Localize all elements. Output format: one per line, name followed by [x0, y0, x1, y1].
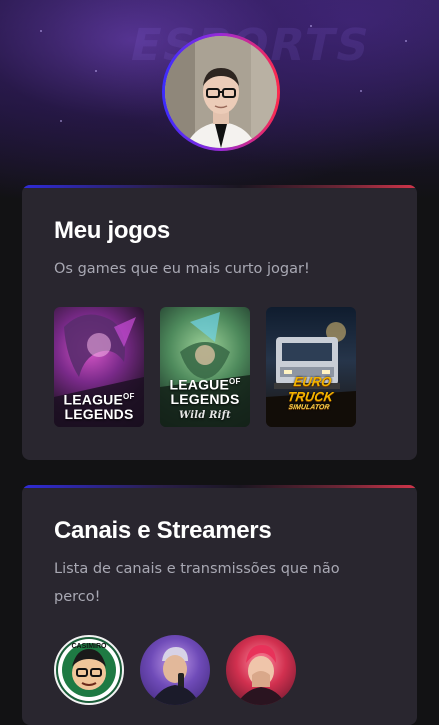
casimiro-badge-text: CASIMIRO — [72, 643, 108, 650]
streamers-card-subtitle: Lista de canais e transmissões que não p… — [54, 561, 340, 605]
games-list: LEAGUEOF LEGENDS LEAGUEOF LEGENDS Wild R… — [54, 307, 385, 427]
streamer-3-photo — [236, 645, 286, 705]
streamers-list: CASIMIRO — [54, 635, 385, 705]
streamers-card-title: Canais e Streamers — [54, 517, 272, 544]
game-cover-euro-truck[interactable]: EURO TRUCK SIMULATOR — [266, 307, 356, 427]
game-cover-wild-rift[interactable]: LEAGUEOF LEGENDS Wild Rift — [160, 307, 250, 427]
games-card-title: Meu jogos — [54, 217, 170, 244]
streamer-avatar-3[interactable] — [226, 635, 296, 705]
streamer-avatar-casimiro[interactable]: CASIMIRO — [54, 635, 124, 705]
game-logo-text: LEAGUEOF LEGENDS — [63, 392, 135, 422]
streamers-card: Canais e Streamers Lista de canais e tra… — [22, 485, 417, 725]
streamer-avatar-2[interactable] — [140, 635, 210, 705]
streamer-2-photo — [150, 647, 200, 705]
game-logo-text: EURO TRUCK SIMULATOR — [286, 374, 335, 411]
game-logo-text: LEAGUEOF LEGENDS Wild Rift — [169, 377, 241, 421]
profile-avatar — [165, 36, 277, 148]
casimiro-badge: CASIMIRO — [58, 639, 120, 701]
games-card: Meu jogos Os games que eu mais curto jog… — [22, 185, 417, 460]
profile-avatar-ring — [162, 33, 280, 151]
profile-photo — [165, 36, 277, 148]
game-cover-league-of-legends[interactable]: LEAGUEOF LEGENDS — [54, 307, 144, 427]
games-card-subtitle: Os games que eu mais curto jogar! — [54, 261, 310, 277]
